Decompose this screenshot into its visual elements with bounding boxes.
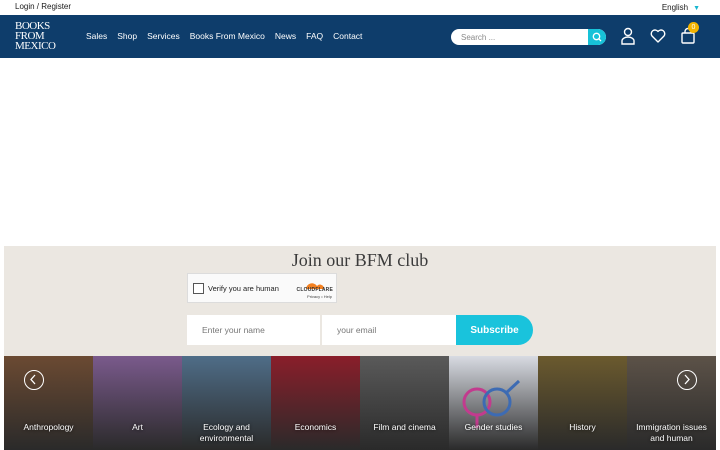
name-field[interactable]	[187, 315, 320, 345]
captcha-links[interactable]: Privacy • Help	[307, 294, 332, 299]
captcha-label: Verify you are human	[208, 284, 279, 293]
category-label: Ecology and environmental	[199, 422, 254, 443]
search-box	[451, 29, 606, 45]
captcha-brand: CLOUDFLARE	[296, 287, 333, 293]
category-tile[interactable]: Ecology and environmental	[182, 356, 271, 450]
chevron-right-icon	[684, 374, 690, 385]
user-icon	[621, 27, 635, 45]
captcha-widget: Verify you are human CLOUDFLARE Privacy …	[187, 273, 337, 303]
category-label: Gender studies	[464, 422, 523, 432]
club-title: Join our BFM club	[291, 250, 429, 270]
carousel-prev-button[interactable]	[24, 370, 44, 390]
category-carousel: Anthropology Art Ecology and environment…	[4, 356, 716, 450]
captcha-checkbox[interactable]	[193, 283, 204, 294]
top-bar: Login / Register English ▼	[0, 0, 720, 15]
nav-item-faq[interactable]: FAQ	[306, 31, 323, 41]
search-icon	[592, 32, 602, 42]
cart-count-badge: 0	[688, 22, 699, 33]
email-field[interactable]	[322, 315, 456, 345]
category-tile[interactable]: Art	[93, 356, 182, 450]
category-label: Economics	[294, 422, 337, 432]
category-label: Anthropology	[23, 422, 74, 432]
nav-item-contact[interactable]: Contact	[333, 31, 362, 41]
category-tile[interactable]: History	[538, 356, 627, 450]
login-register-link[interactable]: Login / Register	[15, 2, 71, 11]
nav-item-books-from-mexico[interactable]: Books From Mexico	[190, 31, 265, 41]
search-input[interactable]	[461, 29, 586, 45]
category-label: Immigration issues and human	[636, 422, 707, 443]
nav-menu: Sales Shop Services Books From Mexico Ne…	[86, 31, 372, 41]
category-label: History	[569, 422, 596, 432]
account-button[interactable]	[620, 27, 636, 45]
main-nav: BOOKS FROM MEXICO Sales Shop Services Bo…	[0, 15, 720, 58]
category-label: Art	[132, 422, 143, 432]
club-signup-section: Join our BFM club Verify you are human C…	[4, 246, 716, 356]
caret-down-icon: ▼	[693, 5, 700, 12]
category-tile[interactable]: Gender studies	[449, 356, 538, 450]
category-tile[interactable]: Economics	[271, 356, 360, 450]
subscribe-button[interactable]: Subscribe	[456, 315, 533, 345]
search-button[interactable]	[588, 29, 606, 45]
language-selector[interactable]: English ▼	[662, 3, 700, 12]
nav-item-shop[interactable]: Shop	[117, 31, 137, 41]
nav-item-services[interactable]: Services	[147, 31, 180, 41]
category-label: Film and cinema	[373, 422, 436, 432]
heart-icon	[650, 29, 666, 43]
category-tile[interactable]: Film and cinema	[360, 356, 449, 450]
category-tile[interactable]: Immigration issues and human	[627, 356, 716, 450]
carousel-next-button[interactable]	[677, 370, 697, 390]
gender-symbols-icon	[462, 379, 521, 428]
wishlist-button[interactable]	[650, 27, 666, 45]
site-logo[interactable]: BOOKS FROM MEXICO	[15, 21, 59, 52]
nav-item-news[interactable]: News	[275, 31, 296, 41]
category-tile[interactable]: Anthropology	[4, 356, 93, 450]
nav-item-sales[interactable]: Sales	[86, 31, 107, 41]
logo-line: MEXICO	[15, 40, 56, 52]
language-label: English	[661, 3, 689, 12]
chevron-left-icon	[30, 374, 36, 385]
